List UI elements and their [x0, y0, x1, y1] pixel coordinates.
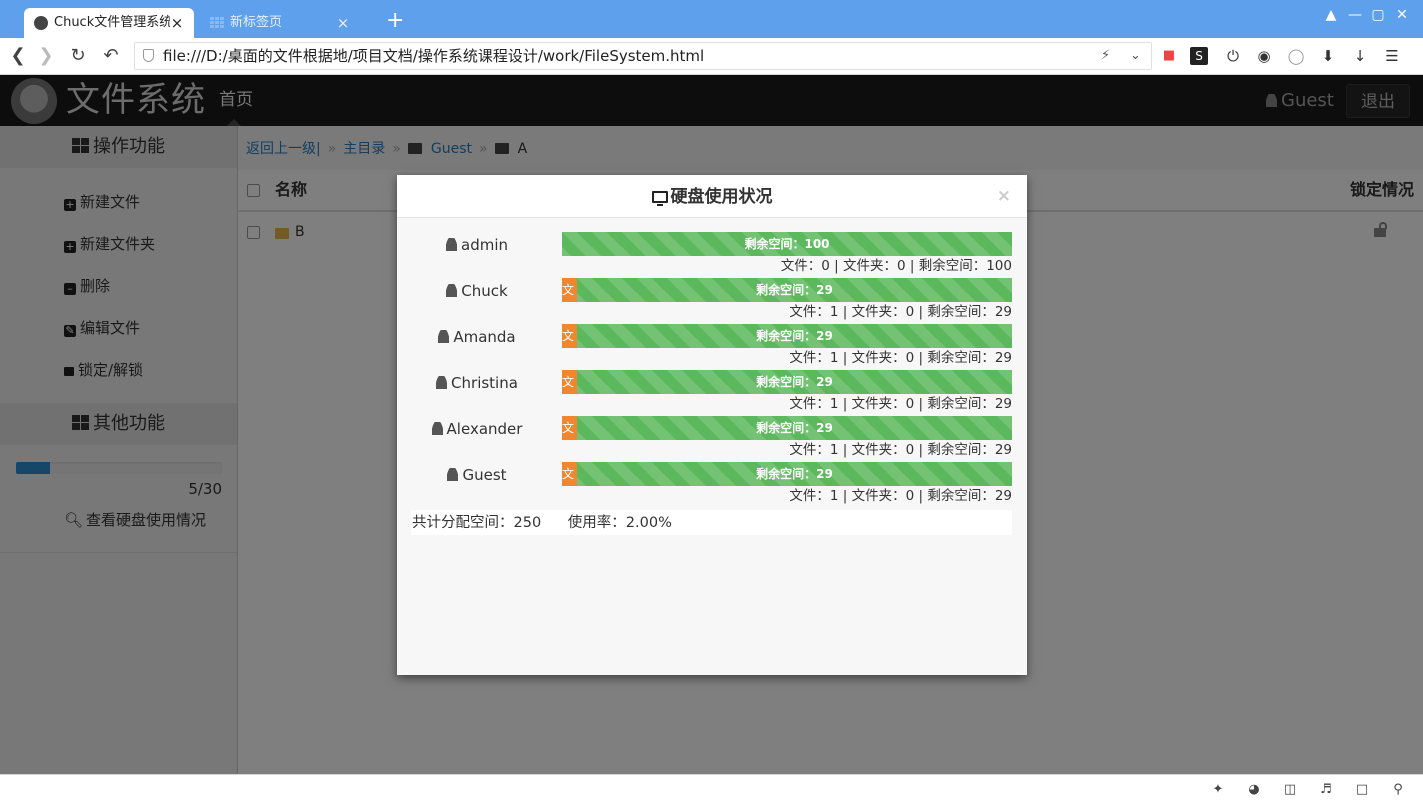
grid-favicon-icon: [210, 17, 224, 29]
free-segment: 剩余空间：29: [576, 370, 1012, 394]
window-icon[interactable]: □: [1354, 782, 1370, 798]
monitor-icon: [651, 191, 668, 206]
user-label: Chuck: [397, 281, 557, 301]
speed-icon[interactable]: ◕: [1246, 782, 1262, 798]
forward-icon[interactable]: ❯: [34, 44, 58, 68]
address-bar[interactable]: file:///D:/桌面的文件根据地/项目文档/操作系统课程设计/work/F…: [134, 42, 1152, 70]
user-usage-bar: 文剩余空间：29: [562, 324, 1012, 348]
user-usage-row: admin 剩余空间：100 文件：0 | 文件夹：0 | 剩余空间：100: [397, 223, 1027, 274]
arrow-down-icon[interactable]: ↓: [1351, 47, 1369, 65]
user-label: admin: [397, 235, 557, 255]
free-segment: 剩余空间：29: [576, 416, 1012, 440]
shield-icon: [143, 49, 154, 62]
user-usage-row: Guest 文剩余空间：29 文件：1 | 文件夹：0 | 剩余空间：29: [397, 453, 1027, 504]
zoom-icon[interactable]: ⚲: [1390, 782, 1406, 798]
undo-icon[interactable]: ↶: [99, 44, 123, 68]
user-icon: [446, 238, 457, 251]
close-window-icon[interactable]: ✕: [1391, 7, 1413, 23]
user-usage-row: Christina 文剩余空间：29 文件：1 | 文件夹：0 | 剩余空间：29: [397, 361, 1027, 412]
maximize-icon[interactable]: ▢: [1367, 7, 1389, 23]
used-segment: 文: [562, 462, 577, 486]
used-segment: 文: [562, 416, 577, 440]
modal-title: 硬盘使用状况: [670, 187, 773, 207]
user-name: admin: [461, 236, 508, 254]
user-usage-bar: 文剩余空间：29: [562, 278, 1012, 302]
power-icon[interactable]: ⏻: [1224, 47, 1242, 65]
user-icon: [446, 284, 458, 297]
volume-icon[interactable]: ♬: [1318, 782, 1334, 798]
pin-icon[interactable]: ✦: [1210, 782, 1226, 798]
user-usage-row: Amanda 文剩余空间：29 文件：1 | 文件夹：0 | 剩余空间：29: [397, 315, 1027, 366]
glasses-icon[interactable]: ◉: [1255, 47, 1273, 65]
user-stats: 文件：1 | 文件夹：0 | 剩余空间：29: [789, 488, 1012, 504]
user-label: Guest: [397, 465, 557, 485]
user-name: Chuck: [461, 282, 508, 300]
user-usage-bar: 文剩余空间：29: [562, 416, 1012, 440]
usage-summary: 共计分配空间：250 使用率：2.00%: [411, 510, 1012, 535]
user-usage-bar: 剩余空间：100: [562, 232, 1012, 256]
close-icon[interactable]: ×: [997, 187, 1011, 205]
close-tab-icon[interactable]: ×: [170, 8, 184, 38]
free-segment: 剩余空间：29: [576, 324, 1012, 348]
browser-toolbar: ❮ ❯ ↻ ↶ file:///D:/桌面的文件根据地/项目文档/操作系统课程设…: [0, 38, 1423, 75]
user-name: Guest: [462, 466, 507, 484]
browser-statusbar: ✦ ◕ ◫ ♬ □ ⚲: [0, 774, 1423, 804]
download-icon[interactable]: ⬇: [1319, 47, 1337, 65]
used-segment: 文: [562, 370, 577, 394]
chevron-down-icon[interactable]: ⌄: [1130, 43, 1141, 69]
used-segment: 文: [562, 324, 577, 348]
summary-usage-rate: 使用率：2.00%: [567, 515, 672, 531]
summary-total: 共计分配空间：250: [412, 515, 542, 531]
tab-title: 新标签页: [230, 15, 283, 30]
user-usage-row: Chuck 文剩余空间：29 文件：1 | 文件夹：0 | 剩余空间：29: [397, 269, 1027, 320]
reload-icon[interactable]: ↻: [66, 44, 90, 68]
tab-chuck-file-system[interactable]: Chuck文件管理系统 ×: [24, 8, 194, 38]
user-name: Christina: [451, 374, 518, 392]
minimize-icon[interactable]: —: [1344, 7, 1366, 23]
tab-new-tab[interactable]: 新标签页 ×: [200, 8, 360, 38]
free-segment: 剩余空间：29: [576, 462, 1012, 486]
user-usage-bar: 文剩余空间：29: [562, 462, 1012, 486]
user-label: Amanda: [397, 327, 557, 347]
plus-icon[interactable]: +: [386, 10, 404, 32]
user-name: Amanda: [453, 328, 516, 346]
user-icon: [431, 422, 443, 435]
url-text: file:///D:/桌面的文件根据地/项目文档/操作系统课程设计/work/F…: [163, 47, 705, 65]
user-usage-bar: 文剩余空间：29: [562, 370, 1012, 394]
user-usage-row: Alexander 文剩余空间：29 文件：1 | 文件夹：0 | 剩余空间：29: [397, 407, 1027, 458]
user-name: Alexander: [446, 420, 523, 438]
tab-title: Chuck文件管理系统: [54, 15, 170, 30]
site-favicon-icon: [34, 16, 48, 30]
lightning-icon[interactable]: ⚡: [1101, 43, 1110, 69]
close-tab-icon[interactable]: ×: [336, 8, 350, 38]
user-icon: [436, 376, 448, 389]
disk-usage-modal: 硬盘使用状况 × admin 剩余空间：100 文件：0 | 文件夹：0 | 剩余空…: [397, 175, 1027, 675]
user-label: Alexander: [397, 419, 557, 439]
skin-icon[interactable]: ▲: [1320, 7, 1342, 23]
back-icon[interactable]: ❮: [6, 44, 30, 68]
circle-icon[interactable]: ◯: [1287, 47, 1305, 65]
used-segment: 文: [562, 278, 577, 302]
free-segment: 剩余空间：29: [576, 278, 1012, 302]
apps-grid-icon[interactable]: ■: [1160, 47, 1178, 65]
user-label: Christina: [397, 373, 557, 393]
modal-header: 硬盘使用状况 ×: [397, 175, 1027, 218]
free-segment: 剩余空间：100: [562, 232, 1012, 256]
extension-s-icon[interactable]: S: [1190, 47, 1208, 65]
user-icon: [438, 330, 450, 343]
user-icon: [447, 468, 459, 481]
browser-tabbar: Chuck文件管理系统 × 新标签页 × + ▲ — ▢ ✕: [0, 0, 1423, 38]
menu-icon[interactable]: ☰: [1383, 47, 1401, 65]
trash-icon[interactable]: ◫: [1282, 782, 1298, 798]
